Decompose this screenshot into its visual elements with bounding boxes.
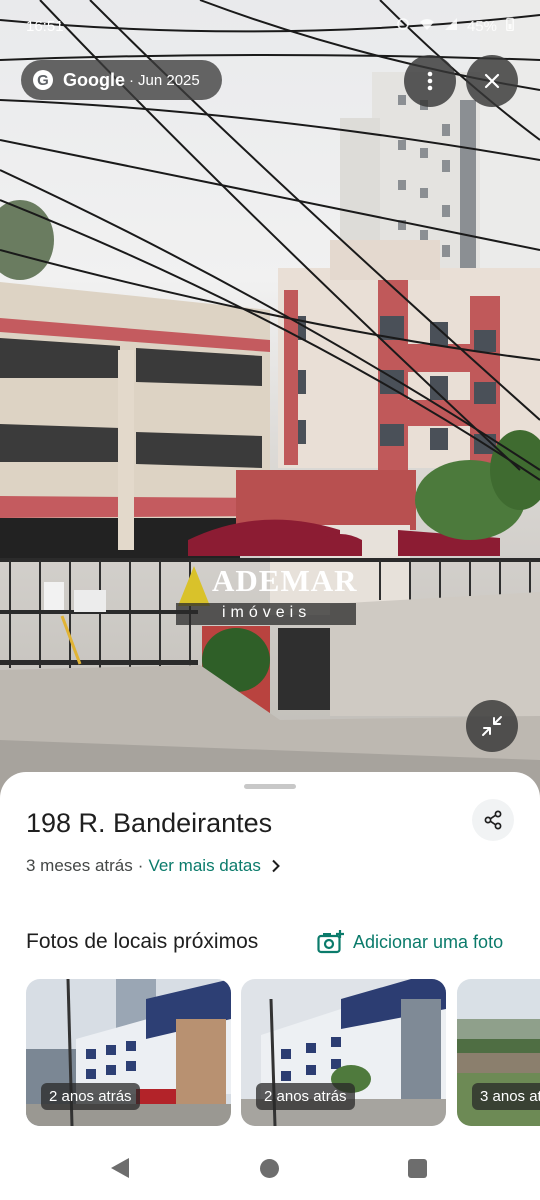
nearby-photo-card[interactable]: 2 anos atrás [241,979,446,1126]
system-navigation-bar [0,1140,540,1200]
more-dates-link[interactable]: Ver mais datas [148,856,260,876]
wifi-icon [419,17,435,35]
source-name: Google [63,69,125,90]
street-view-image[interactable]: ADEMAR imóveis 16:51 45% G Google · Jun … [0,0,540,800]
capture-date: Jun 2025 [138,71,200,89]
meta-separator: · [137,856,144,875]
signal-icon [444,17,458,35]
add-photo-button[interactable]: Adicionar uma foto [317,929,503,955]
share-icon [484,810,502,830]
more-options-button[interactable] [404,55,456,107]
watermark-logo: ADEMAR [212,563,358,598]
capture-meta: 3 meses atrás · Ver mais datas [26,856,281,876]
nearby-photo-card[interactable]: 3 anos atrás [457,979,540,1126]
alarm-icon [396,17,410,35]
watermark-subtitle: imóveis [222,604,312,621]
imagery-source-pill: G Google · Jun 2025 [21,60,222,100]
chevron-right-icon[interactable] [271,859,281,873]
nearby-photo-card[interactable]: 2 anos atrás [26,979,231,1126]
fullscreen-exit-icon [482,716,502,736]
status-time: 16:51 [26,17,64,35]
bottom-sheet: 198 R. Bandeirantes 3 meses atrás · Ver … [0,772,540,1200]
status-icons: 45% [396,17,514,35]
battery-icon [506,17,514,35]
nearby-photos-carousel[interactable]: 2 anos atrás 2 anos atrás 3 anos at [26,979,540,1126]
nearby-photo-age: 3 anos atrás [472,1083,540,1110]
google-logo-icon: G [33,70,53,90]
home-icon[interactable] [260,1159,279,1178]
nearby-photos-heading: Fotos de locais próximos [26,930,259,953]
status-bar: 16:51 45% [0,0,540,52]
close-icon [484,73,500,89]
address-title: 198 R. Bandeirantes [26,808,273,838]
more-vert-icon [427,71,433,91]
add-photo-icon [317,930,344,954]
close-button[interactable] [466,55,518,107]
nearby-photo-age: 2 anos atrás [256,1083,355,1110]
recent-apps-icon[interactable] [408,1159,427,1178]
drag-handle[interactable] [244,784,296,789]
source-separator: · [129,71,134,89]
back-icon[interactable] [110,1157,130,1184]
share-button[interactable] [472,799,514,841]
add-photo-label: Adicionar uma foto [353,931,504,952]
battery-level: 45% [466,17,497,35]
captured-ago: 3 meses atrás [26,856,133,875]
nearby-photo-age: 2 anos atrás [41,1083,140,1110]
street-scene [0,0,540,800]
exit-fullscreen-button[interactable] [466,700,518,752]
